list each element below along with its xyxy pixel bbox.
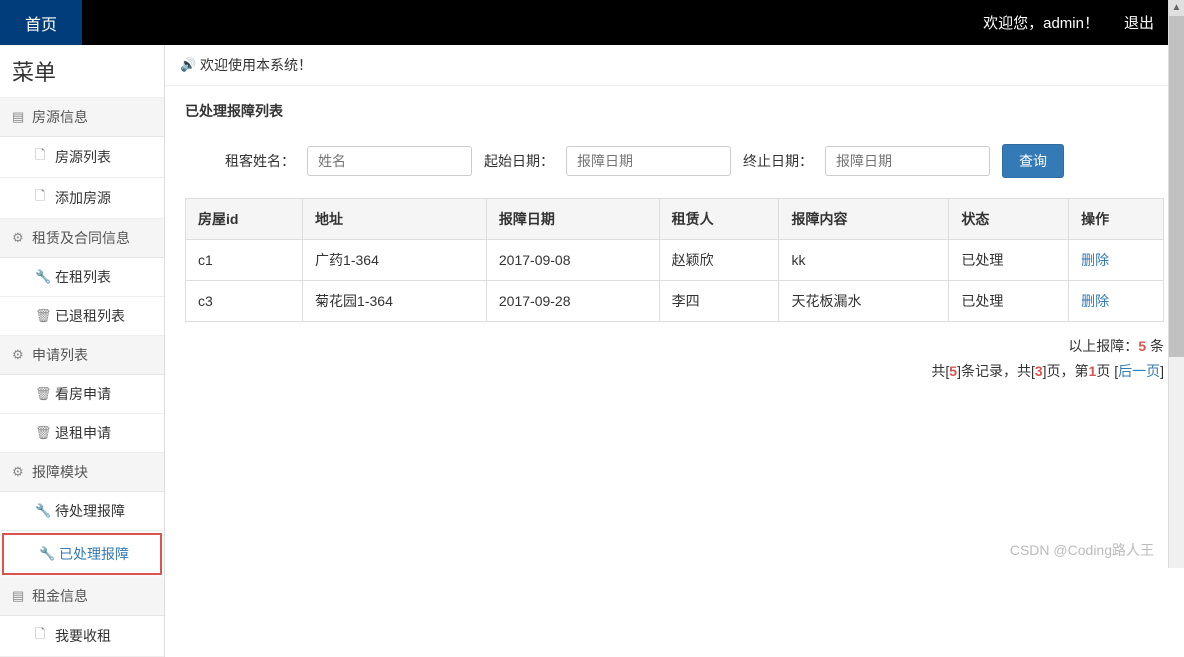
table-row: c1广药1-3642017-09-08赵颖欣kk已处理删除 [186,240,1164,281]
sidebar-item-0-0[interactable]: 🗋 房源列表 [0,137,164,178]
scroll-up-icon[interactable]: ▲ [1169,0,1184,16]
sidebar-group-label: 房源信息 [32,107,88,127]
cell-tenant: 李四 [659,281,779,322]
table-header: 报障日期 [486,199,659,240]
cog-icon: ⚙ [12,464,26,480]
home-link[interactable]: 首页 [0,0,82,45]
file-icon: 🗋 [35,187,49,209]
sidebar-item-1-0[interactable]: 🔧 在租列表 [0,258,164,297]
delete-link[interactable]: 删除 [1081,293,1109,309]
cell-content: 天花板漏水 [779,281,949,322]
table-header: 操作 [1069,199,1164,240]
cell-date: 2017-09-28 [486,281,659,322]
table-header: 状态 [949,199,1069,240]
search-button[interactable]: 查询 [1002,144,1064,178]
cell-op: 删除 [1069,240,1164,281]
sidebar-item-label: 退租申请 [55,423,111,443]
sidebar-title: 菜单 [0,45,164,98]
trash-icon: 🗑 [35,308,49,324]
sidebar-item-label: 房源列表 [55,147,111,167]
wrench-icon: 🔧 [39,546,53,562]
cell-id: c3 [186,281,303,322]
search-row: 租客姓名： 起始日期： 终止日期： 查询 [185,136,1164,198]
cell-content: kk [779,240,949,281]
data-table: 房屋id地址报障日期租赁人报障内容状态操作 c1广药1-3642017-09-0… [185,198,1164,322]
cell-op: 删除 [1069,281,1164,322]
sidebar: 菜单 ▤ 房源信息 🗋 房源列表 🗋 添加房源 ⚙ 租赁及合同信息 🔧 在租列表 🗑 已退租列表 ⚙ 申请… [0,45,165,657]
file-icon: 🗋 [35,625,49,647]
sidebar-item-label: 我要收租 [55,626,111,646]
sidebar-group-label: 租金信息 [32,586,88,606]
summary: 以上报障：5 条 共[5]条记录，共[3]页，第1页 [后一页] [185,334,1164,384]
cell-status: 已处理 [949,240,1069,281]
building-icon: ▤ [12,109,26,125]
sidebar-group-4[interactable]: ▤ 租金信息 [0,577,164,616]
table-header: 房屋id [186,199,303,240]
sidebar-item-1-1[interactable]: 🗑 已退租列表 [0,297,164,336]
cog-icon: ⚙ [12,230,26,246]
trash-icon: 🗑 [35,425,49,441]
sidebar-group-3[interactable]: ⚙ 报障模块 [0,453,164,492]
sidebar-item-label: 添加房源 [55,188,111,208]
welcome-text: 欢迎您，admin！ [983,12,1099,33]
main-content: 🔊 欢迎使用本系统！ 已处理报障列表 租客姓名： 起始日期： 终止日期： 查询 … [165,45,1184,657]
building-icon: ▤ [12,588,26,604]
sidebar-group-label: 报障模块 [32,462,88,482]
cell-addr: 广药1-364 [303,240,487,281]
notice-bar: 🔊 欢迎使用本系统！ [165,45,1184,86]
volume-icon: 🔊 [180,57,194,73]
notice-text: 欢迎使用本系统！ [200,55,312,75]
sidebar-group-2[interactable]: ⚙ 申请列表 [0,336,164,375]
cell-id: c1 [186,240,303,281]
logout-link[interactable]: 退出 [1124,12,1154,33]
name-label: 租客姓名： [225,151,295,171]
sidebar-item-label: 待处理报障 [55,501,125,521]
wrench-icon: 🔧 [35,269,49,285]
trash-icon: 🗑 [35,386,49,402]
table-header: 地址 [303,199,487,240]
sidebar-item-3-0[interactable]: 🔧 待处理报障 [0,492,164,531]
sidebar-group-label: 申请列表 [32,345,88,365]
table-header: 租赁人 [659,199,779,240]
sidebar-item-4-0[interactable]: 🗋 我要收租 [0,616,164,657]
wrench-icon: 🔧 [35,503,49,519]
sidebar-item-0-1[interactable]: 🗋 添加房源 [0,178,164,219]
table-header: 报障内容 [779,199,949,240]
cog-icon: ⚙ [12,347,26,363]
summary-pre: 以上报障： [1068,338,1138,354]
sidebar-item-2-1[interactable]: 🗑 退租申请 [0,414,164,453]
cell-status: 已处理 [949,281,1069,322]
topbar: 首页 欢迎您，admin！ 退出 [0,0,1184,45]
file-icon: 🗋 [35,146,49,168]
cell-addr: 菊花园1-364 [303,281,487,322]
sidebar-item-label: 已退租列表 [55,306,125,326]
scrollbar[interactable]: ▲ [1168,0,1184,568]
start-date-input[interactable] [566,146,731,176]
tenant-name-input[interactable] [307,146,472,176]
sidebar-item-2-0[interactable]: 🗑 看房申请 [0,375,164,414]
summary-suf: 条 [1146,338,1164,354]
scroll-thumb[interactable] [1169,16,1184,357]
cell-date: 2017-09-08 [486,240,659,281]
sidebar-group-1[interactable]: ⚙ 租赁及合同信息 [0,219,164,258]
sidebar-item-label: 在租列表 [55,267,111,287]
sidebar-group-0[interactable]: ▤ 房源信息 [0,98,164,137]
section-title: 已处理报障列表 [185,101,1164,121]
end-date-input[interactable] [825,146,990,176]
summary-count: 5 [1138,338,1146,354]
sidebar-item-3-1[interactable]: 🔧 已处理报障 [2,533,162,575]
sidebar-group-label: 租赁及合同信息 [32,228,130,248]
start-date-label: 起始日期： [484,151,554,171]
sidebar-item-label: 看房申请 [55,384,111,404]
sidebar-item-label: 已处理报障 [59,544,129,564]
table-row: c3菊花园1-3642017-09-28李四天花板漏水已处理删除 [186,281,1164,322]
cell-tenant: 赵颖欣 [659,240,779,281]
delete-link[interactable]: 删除 [1081,252,1109,268]
next-page-link[interactable]: 后一页 [1118,363,1160,379]
end-date-label: 终止日期： [743,151,813,171]
